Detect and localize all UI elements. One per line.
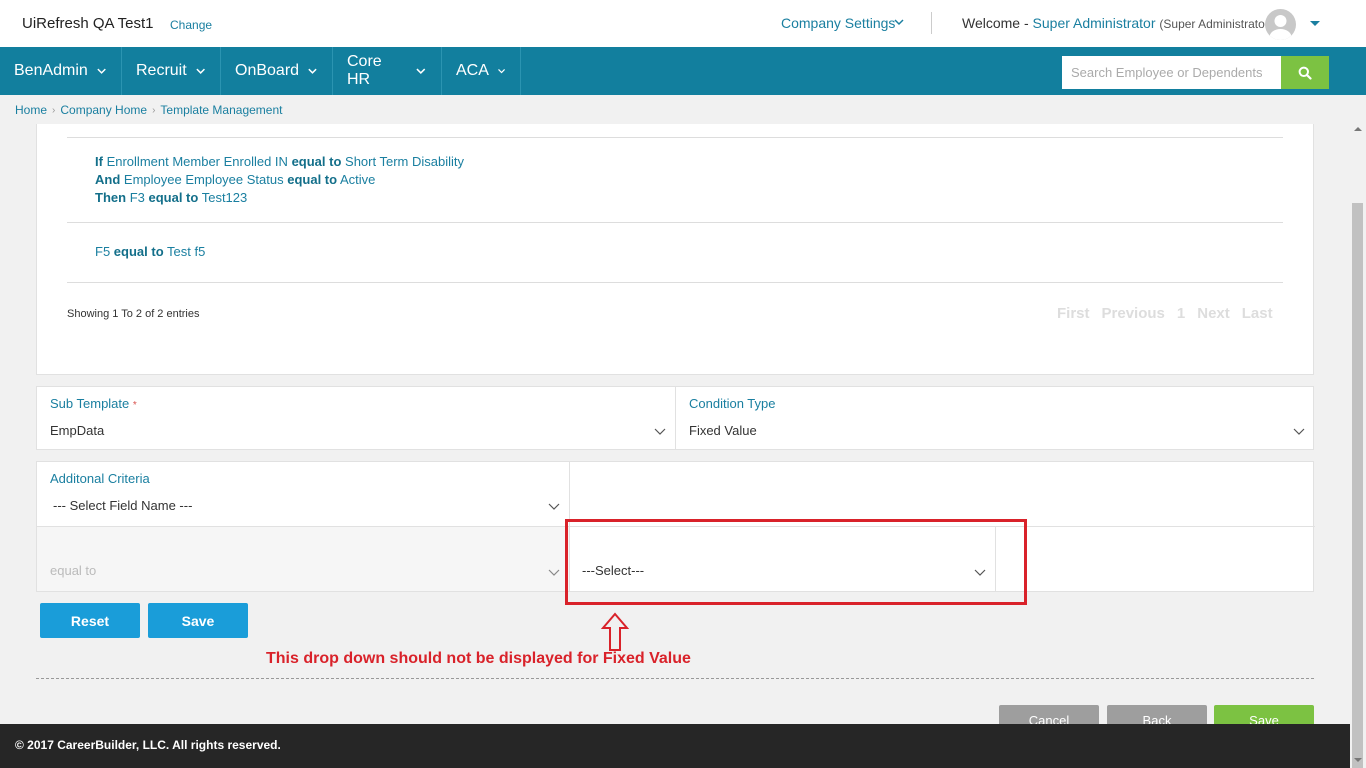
pager-first[interactable]: First (1057, 305, 1090, 322)
chevron-down-icon (196, 68, 205, 74)
rule-2-line: F5 equal to Test f5 (95, 244, 206, 259)
breadcrumb: Home › Company Home › Template Managemen… (15, 103, 282, 117)
save-button[interactable]: Save (148, 603, 248, 638)
copyright-text: © 2017 CareerBuilder, LLC. All rights re… (15, 738, 281, 752)
welcome-text: Welcome - Super Administrator (Super Adm… (962, 15, 1273, 31)
main-nav: BenAdmin Recruit OnBoard Core HR ACA (0, 47, 1366, 95)
company-name: UiRefresh QA Test1 (22, 15, 154, 32)
chevron-down-icon[interactable] (893, 16, 905, 28)
breadcrumb-home[interactable]: Home (15, 103, 47, 117)
pager-next[interactable]: Next (1197, 305, 1230, 322)
pagination: First Previous 1 Next Last (1057, 305, 1273, 322)
nav-item-label: ACA (456, 62, 489, 79)
nav-item-onboard[interactable]: OnBoard (221, 47, 333, 95)
pager-page[interactable]: 1 (1177, 305, 1185, 322)
pager-previous[interactable]: Previous (1102, 305, 1165, 322)
user-avatar-icon (1269, 15, 1292, 40)
search-button[interactable] (1281, 56, 1329, 89)
divider (569, 462, 570, 526)
sub-template-value: EmpData (50, 423, 105, 438)
reset-button[interactable]: Reset (40, 603, 140, 638)
user-role: (Super Administrator) (1159, 17, 1273, 31)
nav-item-label: Core HR (347, 53, 382, 88)
header-divider (931, 12, 932, 34)
sub-template-dropdown[interactable]: Sub Template * EmpData (37, 387, 675, 449)
chevron-down-icon (97, 68, 106, 74)
divider (67, 137, 1283, 138)
field-name-value: --- Select Field Name --- (53, 498, 193, 513)
nav-item-label: Recruit (136, 62, 187, 79)
chevron-down-icon (308, 68, 317, 74)
condition-type-value: Fixed Value (689, 423, 757, 438)
section-divider (36, 678, 1314, 679)
chevron-down-icon (416, 68, 426, 75)
vertical-scrollbar[interactable] (1350, 95, 1366, 768)
condition-type-label: Condition Type (689, 396, 776, 411)
breadcrumb-company-home[interactable]: Company Home (60, 103, 147, 117)
field-name-dropdown[interactable]: Additonal Criteria --- Select Field Name… (37, 462, 569, 524)
chevron-down-icon (654, 428, 666, 435)
rule-1-if-line: If Enrollment Member Enrolled IN equal t… (95, 154, 464, 169)
additional-criteria-label: Additonal Criteria (50, 471, 150, 486)
arrow-up-icon (600, 612, 630, 651)
chevron-down-icon (548, 503, 560, 510)
nav-item-benadmin[interactable]: BenAdmin (0, 47, 122, 95)
template-form-row: Sub Template * EmpData Condition Type Fi… (36, 386, 1314, 450)
chevron-down-icon (1293, 428, 1305, 435)
required-mark: * (132, 400, 137, 411)
caret-down-icon[interactable] (1310, 21, 1320, 26)
nav-item-recruit[interactable]: Recruit (122, 47, 221, 95)
sub-template-label: Sub Template * (50, 396, 137, 411)
welcome-label: Welcome - (962, 15, 1029, 31)
rules-list-panel: If Enrollment Member Enrolled IN equal t… (36, 124, 1314, 375)
pager-last[interactable]: Last (1242, 305, 1273, 322)
nav-item-label: BenAdmin (14, 62, 88, 79)
rule-1-and-line: And Employee Employee Status equal to Ac… (95, 172, 376, 187)
avatar[interactable] (1265, 9, 1296, 40)
annotation-text: This drop down should not be displayed f… (266, 650, 691, 667)
divider (67, 282, 1283, 283)
chevron-down-icon (497, 69, 505, 74)
chevron-down-icon (548, 569, 560, 576)
nav-item-label: OnBoard (235, 62, 300, 79)
search-icon (1298, 66, 1312, 80)
entries-count: Showing 1 To 2 of 2 entries (67, 308, 200, 320)
scroll-thumb[interactable] (1352, 203, 1363, 768)
user-name[interactable]: Super Administrator (1033, 15, 1156, 31)
annotation-highlight-box (565, 519, 1027, 605)
footer: © 2017 CareerBuilder, LLC. All rights re… (0, 724, 1350, 768)
operator-value: equal to (50, 563, 97, 578)
nav-item-core-hr[interactable]: Core HR (333, 47, 442, 95)
scroll-up-icon[interactable] (1354, 127, 1362, 131)
company-settings-menu[interactable]: Company Settings (781, 15, 895, 31)
breadcrumb-template-management: Template Management (160, 103, 283, 117)
rule-1-then-line: Then F3 equal to Test123 (95, 190, 248, 205)
scroll-down-icon[interactable] (1354, 758, 1362, 762)
change-company-link[interactable]: Change (170, 18, 212, 32)
top-header: UiRefresh QA Test1 Change Company Settin… (0, 0, 1366, 47)
divider (67, 222, 1283, 223)
operator-dropdown[interactable]: equal to (37, 527, 569, 591)
condition-type-dropdown[interactable]: Condition Type Fixed Value (676, 387, 1314, 449)
chevron-right-icon: › (52, 104, 56, 116)
chevron-right-icon: › (152, 104, 156, 116)
search-input[interactable] (1062, 56, 1281, 89)
nav-item-aca[interactable]: ACA (442, 47, 521, 95)
